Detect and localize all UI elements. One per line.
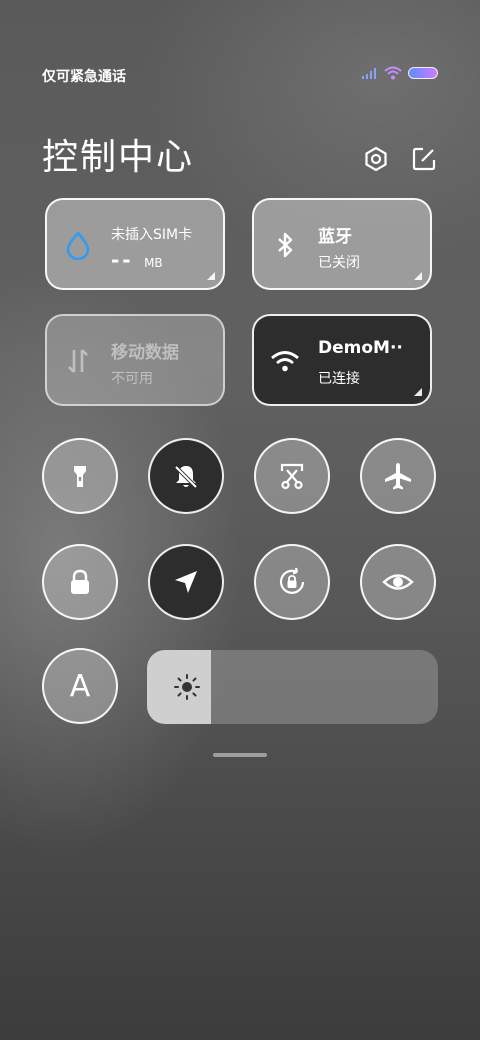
eye-care-toggle[interactable] [360, 544, 436, 620]
bluetooth-label: 蓝牙 [318, 227, 352, 247]
signal-bars-icon [362, 68, 376, 79]
mobile-data-status: 不可用 [111, 371, 153, 387]
airplane-icon [385, 463, 411, 490]
auto-brightness-toggle[interactable]: A [42, 648, 118, 724]
mute-toggle[interactable] [148, 438, 224, 514]
lock-icon [71, 569, 89, 594]
sun-icon [174, 674, 200, 700]
tile-corner-marker [207, 272, 215, 280]
bluetooth-icon [278, 232, 293, 258]
auto-brightness-label: A [69, 668, 91, 704]
lock-toggle[interactable] [42, 544, 118, 620]
data-arrows-icon [68, 349, 88, 373]
bluetooth-tile[interactable]: 蓝牙 已关闭 [252, 198, 432, 290]
status-icons [362, 66, 438, 80]
bell-off-icon [174, 465, 198, 489]
location-arrow-icon [175, 571, 197, 593]
mobile-data-label: 移动数据 [111, 343, 179, 363]
flashlight-icon [74, 466, 86, 487]
mobile-data-tile[interactable]: 移动数据 不可用 [45, 314, 225, 406]
wifi-icon [271, 351, 299, 372]
wifi-icon [384, 66, 402, 80]
flashlight-toggle[interactable] [42, 438, 118, 514]
brightness-slider[interactable] [147, 650, 438, 724]
wifi-status: 已连接 [318, 371, 360, 387]
gear-icon[interactable] [362, 145, 390, 173]
edit-icon[interactable] [410, 145, 438, 173]
tile-corner-marker [414, 272, 422, 280]
wifi-network-label: DemoM·· [318, 338, 403, 358]
tile-corner-marker [414, 388, 422, 396]
page-title: 控制中心 [42, 137, 195, 178]
status-carrier-text: 仅可紧急通话 [42, 69, 126, 85]
rotation-lock-toggle[interactable] [254, 544, 330, 620]
data-usage-value: -- MB [111, 248, 163, 272]
water-drop-icon [66, 231, 90, 260]
sim-status-label: 未插入SIM卡 [111, 227, 193, 243]
eye-icon [382, 574, 414, 590]
wifi-tile[interactable]: DemoM·· 已连接 [252, 314, 432, 406]
location-toggle[interactable] [148, 544, 224, 620]
airplane-toggle[interactable] [360, 438, 436, 514]
battery-icon [408, 67, 438, 79]
rotation-lock-icon [279, 567, 305, 594]
bluetooth-status: 已关闭 [318, 255, 360, 271]
screenshot-toggle[interactable] [254, 438, 330, 514]
data-usage-tile[interactable]: 未插入SIM卡 -- MB [45, 198, 225, 290]
scissors-icon [280, 463, 304, 490]
drawer-handle[interactable] [213, 753, 267, 757]
